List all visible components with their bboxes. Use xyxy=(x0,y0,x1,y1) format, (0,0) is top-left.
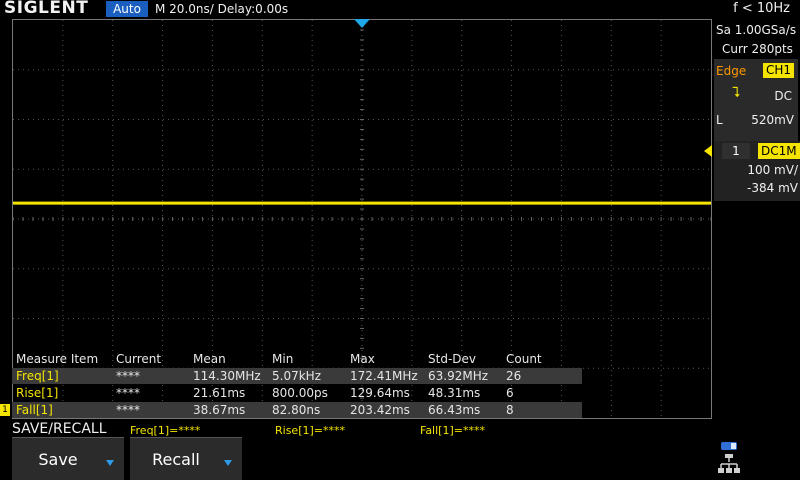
channel-offset: -384 mV xyxy=(747,181,798,195)
measure-item: Fall[1] xyxy=(16,403,53,417)
status-icons xyxy=(718,440,740,476)
trigger-type: Edge xyxy=(716,64,747,78)
header-std-dev: Std-Dev xyxy=(428,352,476,366)
network-status-icon xyxy=(718,442,740,473)
measure-std-dev: 63.92MHz xyxy=(428,369,489,383)
channel-settings-box[interactable]: 1 DC1M 100 mV/ -384 mV xyxy=(704,141,800,201)
trigger-settings-box[interactable]: Edge CH1 ⮧ DC L 520mV xyxy=(714,59,798,151)
channel-offset-arrow-icon xyxy=(704,145,712,157)
stat-fall: Fall[1]=**** xyxy=(420,424,485,437)
measure-std-dev: 48.31ms xyxy=(428,386,481,400)
stat-freq: Freq[1]=**** xyxy=(130,424,201,437)
trigger-level-value: 520mV xyxy=(751,113,794,127)
table-row[interactable]: Rise[1] **** 21.61ms 800.00ps 129.64ms 4… xyxy=(12,385,582,401)
header-current: Current xyxy=(116,352,162,366)
measure-mean: 114.30MHz xyxy=(193,369,261,383)
measure-count: 6 xyxy=(506,386,514,400)
measure-mean: 38.67ms xyxy=(193,403,246,417)
trigger-level-label: L xyxy=(716,113,723,127)
header-min: Min xyxy=(272,352,294,366)
measure-min: 800.00ps xyxy=(272,386,328,400)
timebase-readout: M 20.0ns/ Delay:0.00s xyxy=(155,2,289,16)
menu-title: SAVE/RECALL xyxy=(12,421,107,437)
trigger-position-icon[interactable] xyxy=(354,19,370,28)
header-max: Max xyxy=(350,352,375,366)
save-button[interactable]: Save xyxy=(12,437,124,480)
chevron-down-icon xyxy=(224,460,232,466)
measure-min: 82.80ns xyxy=(272,403,321,417)
channel-coupling-badge: DC1M xyxy=(758,143,800,159)
table-row[interactable]: Fall[1] **** 38.67ms 82.80ns 203.42ms 66… xyxy=(12,402,582,418)
rising-edge-icon: ⮧ xyxy=(732,85,741,101)
measure-item: Freq[1] xyxy=(16,369,59,383)
frequency-counter: f < 10Hz xyxy=(733,1,790,16)
measure-mean: 21.61ms xyxy=(193,386,246,400)
measure-header-row: Measure Item Current Mean Min Max Std-De… xyxy=(12,351,582,367)
sample-rate: Sa 1.00GSa/s xyxy=(716,23,797,37)
trigger-coupling: DC xyxy=(774,89,792,103)
table-row[interactable]: Freq[1] **** 114.30MHz 5.07kHz 172.41MHz… xyxy=(12,368,582,384)
header-count: Count xyxy=(506,352,542,366)
chevron-down-icon xyxy=(106,460,114,466)
header-mean: Mean xyxy=(193,352,226,366)
recall-button[interactable]: Recall xyxy=(130,437,242,480)
measure-max: 129.64ms xyxy=(350,386,410,400)
trigger-mode-badge[interactable]: Auto xyxy=(106,1,148,17)
measure-max: 203.42ms xyxy=(350,403,410,417)
top-status-bar: SIGLENT Auto M 20.0ns/ Delay:0.00s f < 1… xyxy=(0,0,800,19)
measure-current: **** xyxy=(116,386,140,400)
header-measure-item: Measure Item xyxy=(16,352,99,366)
measure-count: 26 xyxy=(506,369,522,383)
measure-item: Rise[1] xyxy=(16,386,59,400)
measure-max: 172.41MHz xyxy=(350,369,418,383)
measure-current: **** xyxy=(116,369,140,383)
recall-button-label: Recall xyxy=(152,450,200,469)
brand-logo: SIGLENT xyxy=(4,0,89,18)
save-button-label: Save xyxy=(38,450,78,469)
stat-rise: Rise[1]=**** xyxy=(275,424,345,437)
channel-number: 1 xyxy=(722,143,750,159)
trigger-source-badge: CH1 xyxy=(762,63,794,78)
measure-min: 5.07kHz xyxy=(272,369,321,383)
volts-per-div: 100 mV/ xyxy=(747,163,798,177)
measure-count: 8 xyxy=(506,403,514,417)
measure-current: **** xyxy=(116,403,140,417)
current-points: Curr 280pts xyxy=(722,42,793,56)
right-info-panel: Sa 1.00GSa/s Curr 280pts Edge CH1 ⮧ DC L… xyxy=(704,19,800,419)
measure-std-dev: 66.43ms xyxy=(428,403,481,417)
active-row-marker: 1 xyxy=(0,404,10,416)
